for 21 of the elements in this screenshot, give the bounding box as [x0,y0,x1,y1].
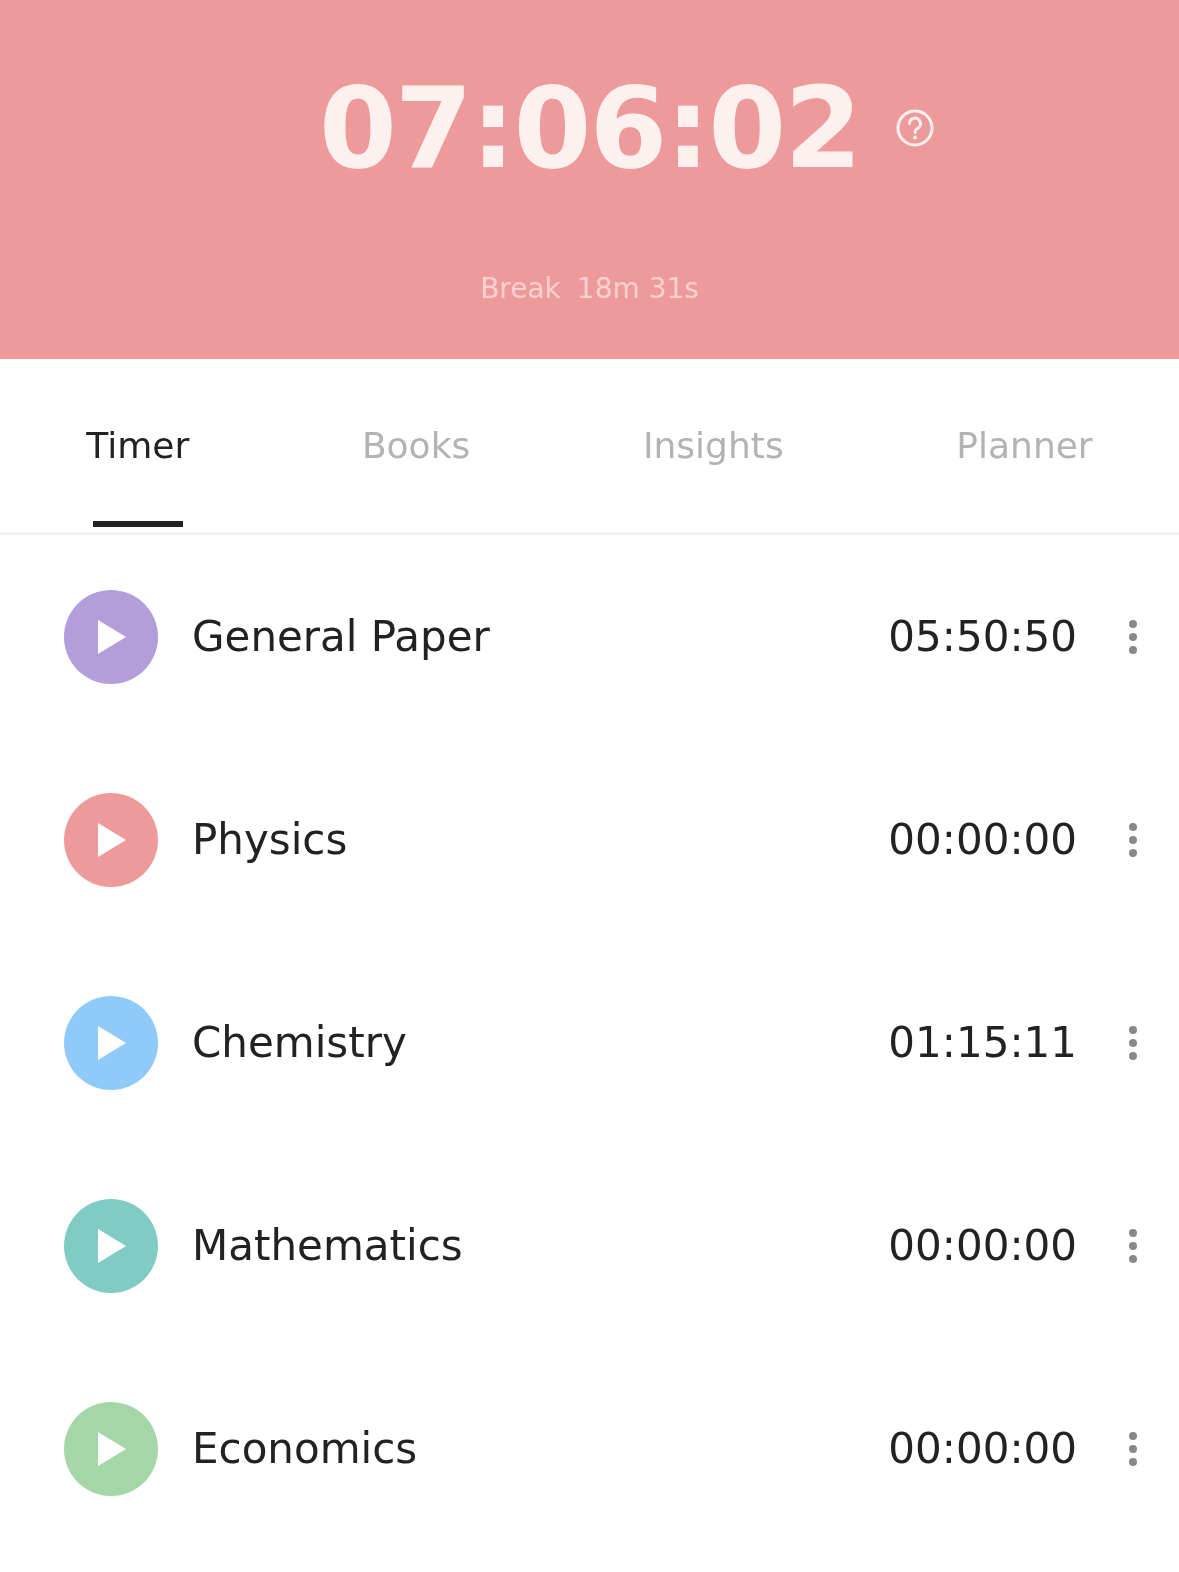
subject-name: Chemistry [192,1017,407,1069]
subject-time: 05:50:50 [888,611,1077,663]
subject-time: 00:00:00 [888,1220,1077,1272]
subject-time: 00:00:00 [888,814,1077,866]
subject-time: 01:15:11 [888,1017,1077,1069]
tab[interactable]: Insights [556,359,870,532]
tab[interactable]: Planner [869,359,1179,532]
more-options-icon[interactable] [1127,618,1139,655]
subject-name: Physics [192,814,348,866]
more-options-icon[interactable] [1127,1024,1139,1061]
subject-time: 00:00:00 [888,1423,1077,1475]
subject-name: Mathematics [192,1220,463,1272]
help-icon[interactable] [895,108,935,148]
timer-display: 07:06:02 [318,72,861,184]
more-options-icon[interactable] [1127,821,1139,858]
subject-name: General Paper [192,611,490,663]
subject-name: Economics [192,1423,418,1475]
more-options-icon[interactable] [1127,1430,1139,1467]
tab[interactable]: Timer [0,359,276,532]
tab[interactable]: Books [275,359,557,532]
more-options-icon[interactable] [1127,1227,1139,1264]
